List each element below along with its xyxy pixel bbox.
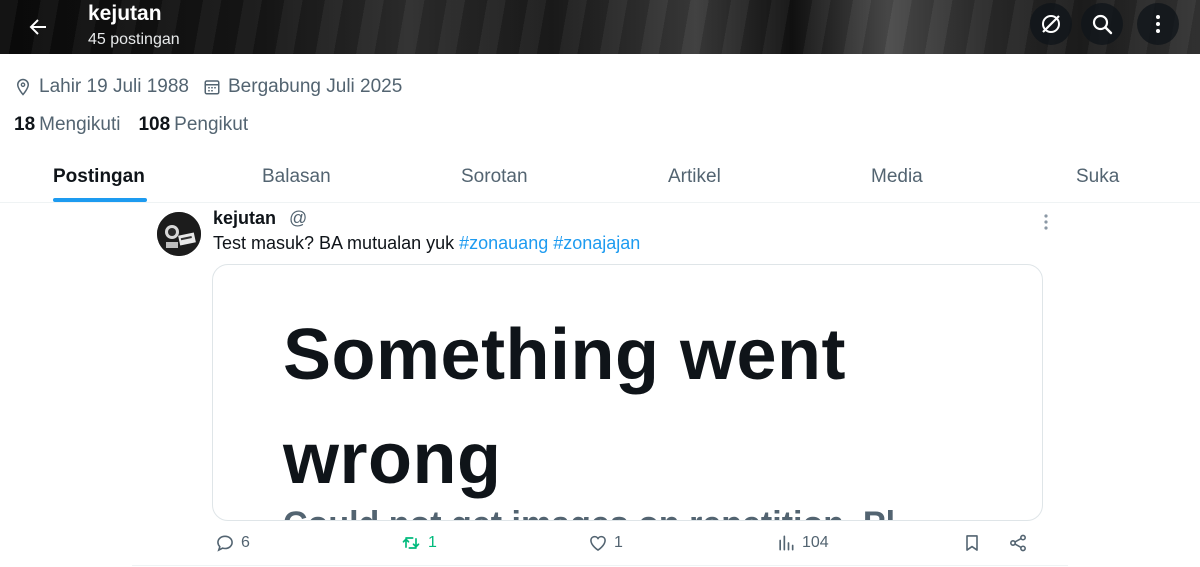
arrow-left-icon [29, 19, 46, 35]
tweet-more-button[interactable] [1034, 210, 1058, 234]
followers-label: Pengikut [174, 114, 249, 135]
bookmark-icon [966, 535, 978, 551]
bookmark-button[interactable] [962, 533, 988, 553]
search-icon [1092, 14, 1113, 35]
analytics-icon [779, 535, 794, 551]
post-count: 45 postingan [88, 31, 180, 48]
followers-link[interactable]: 108 Pengikut [138, 114, 248, 136]
search-button[interactable] [1081, 3, 1123, 45]
following-link[interactable]: 18 Mengikuti [14, 114, 120, 136]
follow-stats: 18 Mengikuti 108 Pengikut [14, 114, 266, 136]
media-headline: Something went wrong [283, 303, 846, 511]
tweet-body: Test masuk? BA mutualan yuk [213, 233, 460, 253]
tab-artikel[interactable]: Artikel [668, 166, 721, 188]
grok-button[interactable] [1030, 3, 1072, 45]
following-count: 18 [14, 114, 36, 135]
profile-header: kejutan 45 postingan [0, 0, 1200, 54]
more-vertical-icon [1156, 15, 1160, 33]
media-headline-line: Something went [283, 315, 846, 395]
media-headline-line: wrong [283, 419, 502, 499]
tweet-author-handle[interactable]: @ [289, 208, 307, 229]
tweet-text: Test masuk? BA mutualan yuk #zonauang #z… [213, 233, 640, 254]
retweet-button[interactable]: 1 [400, 533, 437, 553]
reply-count: 6 [241, 534, 250, 551]
tab-postingan[interactable]: Postingan [53, 166, 145, 188]
like-button[interactable]: 1 [588, 533, 623, 553]
calendar-icon [204, 80, 220, 95]
like-count: 1 [614, 534, 623, 551]
tweet-media[interactable]: Something went wrong Could not get image… [212, 264, 1043, 521]
grok-icon [1042, 15, 1060, 33]
hashtag-link[interactable]: #zonauang [459, 233, 548, 253]
join-date-text: Bergabung Juli 2025 [228, 76, 403, 97]
retweet-count: 1 [428, 534, 437, 551]
tab-suka[interactable]: Suka [1076, 166, 1119, 188]
tweet-author-name[interactable]: kejutan [213, 208, 276, 229]
profile-meta: Lahir 19 Juli 1988 Bergabung Juli 2025 [14, 76, 416, 98]
birth-date-text: Lahir 19 Juli 1988 [39, 76, 189, 97]
tweet-divider [132, 565, 1068, 566]
profile-tabs: Postingan Balasan Sorotan Artikel Media … [0, 152, 1200, 203]
views-button[interactable]: 104 [776, 533, 829, 553]
retweet-icon [402, 537, 420, 549]
birth-date: Lahir 19 Juli 1988 [14, 76, 189, 98]
media-subtext: Could not get images on repetition. Pl [283, 505, 895, 520]
reply-icon [217, 535, 233, 552]
more-vertical-icon [1044, 214, 1048, 230]
profile-name: kejutan [88, 2, 162, 25]
reply-button[interactable]: 6 [215, 533, 250, 553]
join-date: Bergabung Juli 2025 [203, 76, 402, 98]
avatar[interactable] [157, 212, 201, 256]
hashtag-link[interactable]: #zonajajan [553, 233, 640, 253]
avatar-image [157, 212, 201, 256]
tab-sorotan[interactable]: Sorotan [461, 166, 528, 188]
share-button[interactable] [1008, 533, 1034, 553]
more-options-button[interactable] [1137, 3, 1179, 45]
location-pin-icon [16, 78, 30, 96]
followers-count: 108 [138, 114, 171, 135]
following-label: Mengikuti [39, 114, 121, 135]
views-count: 104 [802, 534, 829, 551]
back-button[interactable] [18, 7, 58, 47]
tab-balasan[interactable]: Balasan [262, 166, 331, 188]
heart-icon [590, 535, 606, 551]
tab-media[interactable]: Media [871, 166, 923, 188]
active-tab-indicator [53, 198, 147, 202]
share-icon [1010, 534, 1026, 552]
